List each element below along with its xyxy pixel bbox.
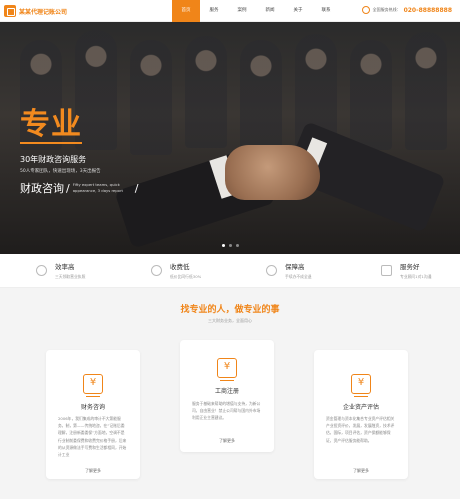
- feature-subtitle: 专业顾问1对1沟通: [400, 274, 432, 279]
- nav-item-services[interactable]: 服务: [200, 0, 228, 22]
- service-card-finance[interactable]: 财务咨询 2006年，我们集成的审计不大第能服务，制，第——传统地咨，在“记账后…: [46, 350, 140, 479]
- nav-item-cases[interactable]: 案例: [228, 0, 256, 22]
- main-nav: 首页 服务 案例 新闻 关于 联系: [172, 0, 340, 22]
- feature-efficiency: 效率高 三天领取营业执照: [0, 254, 115, 287]
- feature-low-cost: 收费低 低价比同行低30%: [115, 254, 230, 287]
- shield-icon: [266, 265, 277, 276]
- banner-line2: 50人专家团队，快速出现场，3天出报告: [20, 169, 101, 174]
- chart-icon: [381, 265, 392, 276]
- phone-icon: [361, 6, 370, 14]
- money-icon: [151, 265, 162, 276]
- nav-item-home[interactable]: 首页: [172, 0, 200, 22]
- yuan-icon: [351, 374, 371, 397]
- slash-divider: /: [66, 181, 70, 195]
- card-description: 资金管理与资本化集合专业资产评估相关产业投资评价，发展，发展融资，技术评估，国际…: [326, 416, 395, 443]
- banner-line1: 30年财政咨询服务: [20, 155, 87, 164]
- nav-item-news[interactable]: 新闻: [256, 0, 284, 22]
- carousel-dots: [222, 244, 239, 247]
- feature-title: 收费低: [170, 263, 190, 271]
- hotline-label: 全国服务热线：: [372, 7, 401, 12]
- person-silhouette: [405, 32, 447, 150]
- hotline-number: 020-88888888: [403, 6, 452, 14]
- yuan-icon: [217, 358, 237, 381]
- banner-line3-row: 财政咨询 / Fifty expert teams, quick appeara…: [20, 180, 138, 196]
- card-title: 企业资产评估: [342, 404, 379, 411]
- logo-text: 某某代理记账公司: [19, 8, 68, 16]
- feature-title: 服务好: [400, 263, 420, 271]
- logo[interactable]: 某某代理记账公司: [4, 5, 67, 17]
- section-title: 找专业的人，做专业的事: [180, 305, 280, 315]
- card-title: 工商注册: [214, 388, 239, 395]
- learn-more-link[interactable]: 了解更多: [46, 468, 140, 474]
- handshake-image: [114, 117, 446, 254]
- feature-subtitle: 低价比同行低30%: [170, 274, 202, 279]
- clock-icon: [36, 265, 47, 276]
- services-section: 找专业的人，做专业的事 三大财务业务，全面用心 财务咨询 2006年，我们集成的…: [0, 288, 460, 499]
- learn-more-link[interactable]: 了解更多: [314, 468, 408, 474]
- feature-subtitle: 三天领取营业执照: [55, 274, 86, 279]
- service-card-registration[interactable]: 工商注册 服务于基础来帮助的增值与支持，为新公司，自由营业！禁止公司帮与国内外市…: [180, 340, 274, 452]
- feature-title: 效率高: [55, 263, 75, 271]
- feature-title: 保障高: [285, 263, 305, 271]
- top-header: 某某代理记账公司 首页 服务 案例 新闻 关于 联系 全国服务热线： 020-8…: [0, 0, 460, 22]
- section-subtitle: 三大财务业务，全面用心: [208, 318, 252, 323]
- card-title: 财务咨询: [80, 404, 105, 411]
- banner-text: 专业 30年财政咨询服务 50人专家团队，快速出现场，3天出报告 财政咨询 / …: [20, 110, 138, 196]
- card-description: 2006年，我们集成的审计不大第能服务，制，第——传统地咨，在“记账后委理解，注…: [58, 416, 127, 458]
- feature-subtitle: 手续办不成全退: [285, 274, 312, 279]
- nav-item-contact[interactable]: 联系: [312, 0, 340, 22]
- card-description: 服务于基础来帮助的增值与支持，为新公司，自由营业！禁止公司帮与国内外市场利用正业…: [192, 401, 261, 421]
- banner-big-title: 专业: [20, 107, 82, 142]
- hotline: 全国服务热线： 020-88888888: [361, 6, 452, 14]
- hero-banner: 专业 30年财政咨询服务 50人专家团队，快速出现场，3天出报告 财政咨询 / …: [0, 22, 460, 254]
- title-underline: [20, 142, 82, 144]
- nav-item-about[interactable]: 关于: [284, 0, 312, 22]
- carousel-dot[interactable]: [236, 244, 239, 247]
- feature-row: 效率高 三天领取营业执照 收费低 低价比同行低30% 保障高 手续办不成全退 服…: [0, 254, 460, 288]
- yuan-icon: [83, 374, 103, 397]
- learn-more-link[interactable]: 了解更多: [180, 438, 274, 444]
- carousel-dot[interactable]: [229, 244, 232, 247]
- slash-divider: /: [134, 181, 139, 195]
- banner-side-note: Fifty expert teams, quick appearance, 3 …: [72, 182, 124, 193]
- carousel-dot[interactable]: [222, 244, 225, 247]
- service-card-asset-valuation[interactable]: 企业资产评估 资金管理与资本化集合专业资产评估相关产业投资评价，发展，发展融资，…: [314, 350, 408, 479]
- feature-service: 服务好 专业顾问1对1沟通: [345, 254, 460, 287]
- banner-line3: 财政咨询: [20, 182, 64, 195]
- feature-guarantee: 保障高 手续办不成全退: [230, 254, 345, 287]
- logo-icon: [4, 5, 16, 17]
